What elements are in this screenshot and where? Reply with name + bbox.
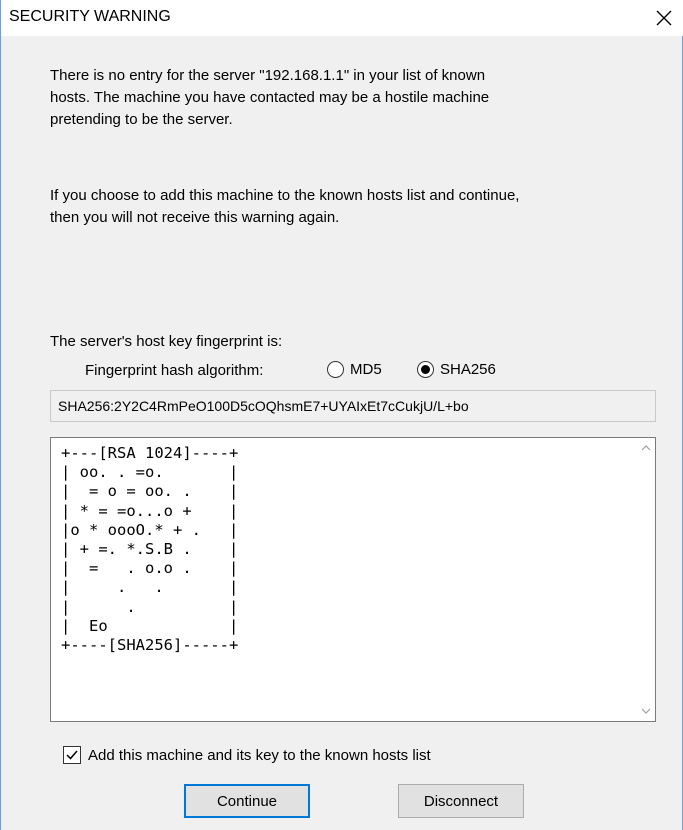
sha256-radio-circle[interactable]: [417, 361, 434, 378]
add-known-hosts-option[interactable]: Add this machine and its key to the know…: [63, 746, 431, 764]
chevron-up-icon: [641, 445, 651, 451]
warning-line-1: There is no entry for the server "192.16…: [50, 67, 486, 84]
title-bar: SECURITY WARNING: [1, 0, 683, 36]
md5-radio-circle[interactable]: [327, 361, 344, 378]
fingerprint-field[interactable]: SHA256:2Y2C4RmPeO100D5cOQhsmE7+UYAIxEt7c…: [50, 390, 656, 422]
warning-line-3: pretending to be the server.: [50, 111, 233, 128]
md5-radio-label: MD5: [350, 361, 382, 378]
continue-info-message: If you choose to add this machine to the…: [50, 185, 670, 229]
sha256-radio[interactable]: SHA256: [417, 361, 496, 378]
scroll-down-button[interactable]: [637, 701, 655, 721]
randomart-text: +---[RSA 1024]----+ | oo. . =o. | | = o …: [61, 444, 239, 655]
randomart-box[interactable]: +---[RSA 1024]----+ | oo. . =o. | | = o …: [50, 437, 656, 722]
info-line-2: then you will not receive this warning a…: [50, 209, 340, 226]
warning-message: There is no entry for the server "192.16…: [50, 65, 670, 131]
sha256-radio-label: SHA256: [440, 361, 496, 378]
md5-radio[interactable]: MD5: [327, 361, 382, 378]
disconnect-button[interactable]: Disconnect: [398, 784, 524, 818]
continue-button[interactable]: Continue: [184, 784, 310, 818]
scroll-up-button[interactable]: [637, 438, 655, 458]
chevron-down-icon: [641, 708, 651, 714]
fingerprint-heading: The server's host key fingerprint is:: [50, 333, 283, 350]
security-warning-dialog: SECURITY WARNING There is no entry for t…: [0, 0, 683, 830]
warning-line-2: hosts. The machine you have contacted ma…: [50, 89, 490, 106]
randomart-scrollbar[interactable]: [637, 438, 655, 721]
hash-algorithm-label: Fingerprint hash algorithm:: [85, 362, 264, 379]
close-button[interactable]: [644, 0, 683, 36]
add-known-hosts-label: Add this machine and its key to the know…: [88, 746, 431, 764]
add-known-hosts-checkbox[interactable]: [63, 746, 81, 764]
close-icon: [656, 10, 672, 26]
checkmark-icon: [66, 750, 78, 760]
info-line-1: If you choose to add this machine to the…: [50, 187, 520, 204]
window-title: SECURITY WARNING: [9, 8, 171, 25]
